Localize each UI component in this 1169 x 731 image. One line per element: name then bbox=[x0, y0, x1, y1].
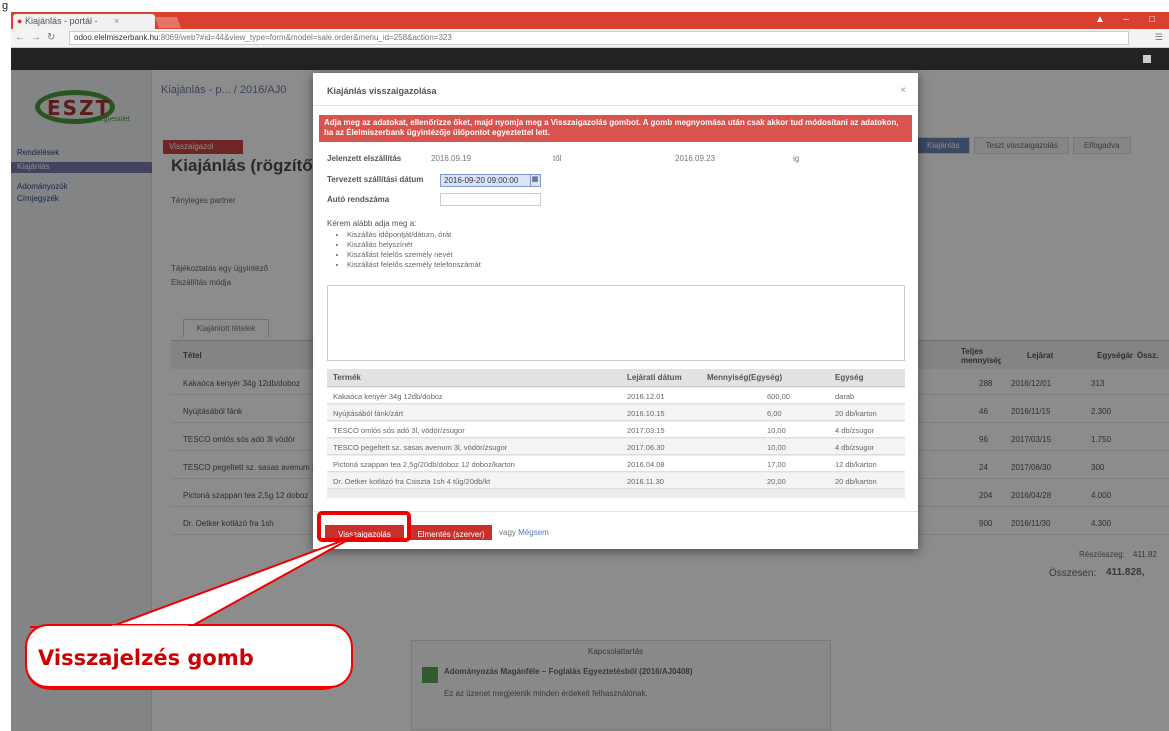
grid-cell-unit: 20 db/karton bbox=[835, 477, 877, 486]
callout-text: Visszajelzés gomb bbox=[38, 646, 254, 670]
grid-cell-date: 2016.10.15 bbox=[627, 409, 665, 418]
tab-close-icon[interactable]: × bbox=[114, 16, 119, 26]
modal-title: Kiajánlás visszaigazolása bbox=[327, 86, 437, 96]
menu-icon[interactable]: ☰ bbox=[1155, 32, 1163, 43]
user-icon[interactable]: ▲ bbox=[1087, 14, 1113, 25]
browser-toolbar: ←→↻ odoo.elelmiszerbank.hu:8069/web?#id=… bbox=[11, 29, 1169, 48]
grid-row[interactable]: TESCO pegeltett sz. sasas avenum 3l, vöd… bbox=[327, 439, 905, 455]
reload-icon[interactable]: ↻ bbox=[47, 32, 61, 43]
grid-header: Termék Lejárati dátum Mennyiség(Egység) … bbox=[327, 369, 905, 387]
page-label: g bbox=[2, 0, 9, 12]
back-icon[interactable]: ← bbox=[15, 32, 31, 43]
grid-cell-qty: 10,00 bbox=[767, 426, 786, 435]
grid-cell-date: 2016.12.01 bbox=[627, 392, 665, 401]
grid-row[interactable]: Nyújtásából fánk/zárt 2016.10.15 6,00 20 db… bbox=[327, 405, 905, 421]
grid-row[interactable]: Pictoná szappan tea 2,5g/20db/doboz 12 d… bbox=[327, 456, 905, 472]
plate-input[interactable] bbox=[440, 193, 541, 206]
user-avatar[interactable] bbox=[1143, 55, 1151, 63]
grid-cell-item: Kakaóca kenyér 34g 12db/doboz bbox=[333, 392, 443, 401]
grid-cell-qty: 20,00 bbox=[767, 477, 786, 486]
claimed-to-label: től bbox=[553, 154, 562, 163]
grid-cell-item: Pictoná szappan tea 2,5g/20db/doboz 12 d… bbox=[333, 460, 515, 469]
or-cancel: vagy Mégsem bbox=[499, 528, 549, 537]
grid-row[interactable]: Dr. Oetker kotlázó fra Csiszta 1sh 4 tűg… bbox=[327, 473, 905, 489]
browser-titlebar: ● Kiajánlás - portál - × ▲ – □ bbox=[11, 12, 1169, 29]
alert-message: Adja meg az adatokat, ellenőrizze őket, … bbox=[319, 115, 912, 142]
notes-textarea[interactable] bbox=[327, 285, 905, 361]
grid-col-qty[interactable]: Mennyiség(Egység) bbox=[707, 373, 782, 382]
tab-title: Kiajánlás - portál - bbox=[24, 16, 100, 26]
window-controls: ▲ – □ bbox=[1087, 14, 1165, 25]
planned-date-input[interactable]: 2016-09-20 09:00:00 ▦ bbox=[440, 174, 541, 187]
notes-title: Kérem alább adja meg a: bbox=[327, 219, 417, 228]
planned-date-label: Tervezett szállítási dátum bbox=[327, 175, 424, 184]
maximize-icon[interactable]: □ bbox=[1139, 14, 1165, 25]
tab-favicon-icon: ● bbox=[17, 16, 23, 26]
save-button[interactable]: Elmentés (szerver) bbox=[410, 525, 492, 540]
note-item: Kiszállás helyszínét bbox=[347, 240, 481, 250]
grid-cell-unit: 4 db/zsugor bbox=[835, 426, 875, 435]
grid-cell-unit: 4 db/zsugor bbox=[835, 443, 875, 452]
close-icon[interactable]: × bbox=[900, 85, 906, 96]
grid-cell-date: 2016.11.30 bbox=[627, 477, 664, 486]
grid-cell-date: 2017.06.30 bbox=[627, 443, 665, 452]
claimed-to-suffix: ig bbox=[793, 154, 800, 163]
grid-cell-unit: 12 db/karton bbox=[835, 460, 877, 469]
app-topbar bbox=[11, 48, 1169, 70]
browser-tab[interactable]: ● Kiajánlás - portál - × bbox=[13, 14, 155, 29]
or-text: vagy bbox=[499, 528, 516, 537]
grid-cell-date: 2017.03.15 bbox=[627, 426, 665, 435]
planned-date-value: 2016-09-20 09:00:00 bbox=[444, 176, 519, 185]
forward-icon[interactable]: → bbox=[31, 32, 47, 43]
grid-col-unit[interactable]: Egység bbox=[835, 373, 863, 382]
claimed-label: Jelenzett elszállítás bbox=[327, 154, 402, 163]
address-bar[interactable]: odoo.elelmiszerbank.hu:8069/web?#id=44&v… bbox=[69, 31, 1129, 45]
grid-cell-unit: 20 db/karton bbox=[835, 409, 877, 418]
nav-buttons: ←→↻ bbox=[15, 32, 61, 43]
grid-cell-qty: 6,00 bbox=[767, 409, 782, 418]
claimed-to: 2016.09.23 bbox=[675, 154, 716, 163]
note-item: Kiszállást felelős személy nevét bbox=[347, 250, 481, 260]
grid-cell-item: TESCO pegeltett sz. sasas avenum 3l, vöd… bbox=[333, 443, 508, 452]
url-host: odoo.elelmiszerbank.hu bbox=[74, 33, 159, 42]
grid-row[interactable]: Kakaóca kenyér 34g 12db/doboz 2016.12.01 6… bbox=[327, 388, 905, 404]
cancel-link[interactable]: Mégsem bbox=[518, 528, 549, 537]
products-grid: Termék Lejárati dátum Mennyiség(Egység) … bbox=[327, 369, 905, 498]
grid-cell-qty: 17,00 bbox=[767, 460, 786, 469]
grid-cell-date: 2016.04.08 bbox=[627, 460, 665, 469]
grid-col-item[interactable]: Termék bbox=[333, 373, 361, 382]
confirm-button-highlight bbox=[317, 511, 411, 542]
new-tab-button[interactable] bbox=[154, 17, 182, 28]
minimize-icon[interactable]: – bbox=[1113, 14, 1139, 25]
note-item: Kiszállás időpontját/dátum, órát bbox=[347, 230, 481, 240]
grid-cell-item: Dr. Oetker kotlázó fra Csiszta 1sh 4 tűg… bbox=[333, 477, 491, 486]
plate-label: Autó rendszáma bbox=[327, 195, 390, 204]
confirm-modal: Kiajánlás visszaigazolása × Adja meg az … bbox=[313, 73, 918, 549]
url-path: :8069/web?#id=44&view_type=form&model=sa… bbox=[158, 33, 452, 42]
grid-cell-item: Nyújtásából fánk/zárt bbox=[333, 409, 404, 418]
grid-cell-unit: darab bbox=[835, 392, 855, 401]
grid-cell-item: TESCO omlós sós adó 3l, vödör/zsugor bbox=[333, 426, 465, 435]
grid-col-date[interactable]: Lejárati dátum bbox=[627, 373, 682, 382]
grid-row[interactable]: TESCO omlós sós adó 3l, vödör/zsugor 2017… bbox=[327, 422, 905, 438]
grid-cell-qty: 10,00 bbox=[767, 443, 786, 452]
notes-list: Kiszállás időpontját/dátum, órát Kiszáll… bbox=[347, 230, 481, 270]
grid-cell-qty: 600,00 bbox=[767, 392, 790, 401]
note-item: Kiszállást felelős személy telefonszámát bbox=[347, 260, 481, 270]
divider bbox=[313, 105, 918, 106]
calendar-icon[interactable]: ▦ bbox=[530, 175, 539, 186]
claimed-from: 2016.09.19 bbox=[431, 154, 472, 163]
